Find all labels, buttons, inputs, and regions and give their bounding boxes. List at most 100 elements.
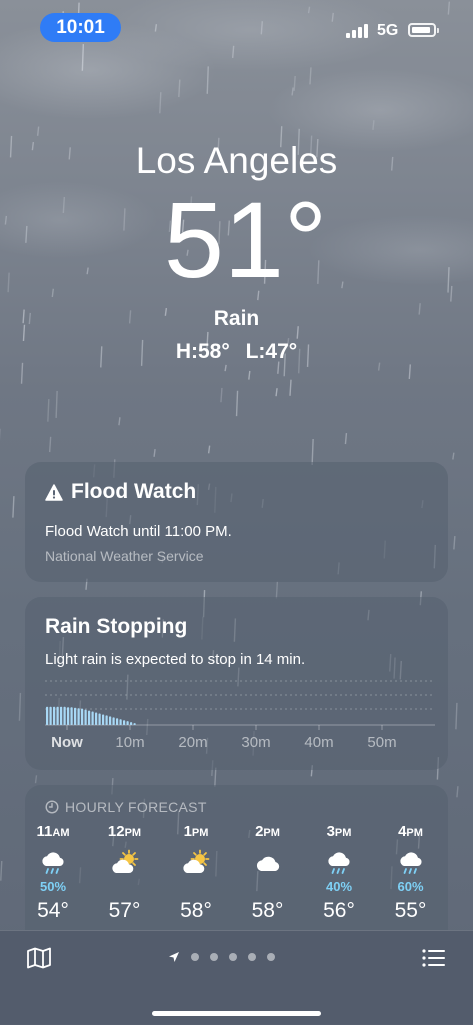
precip-bar: [120, 719, 122, 725]
precip-bar: [74, 708, 76, 725]
rain-streak: [409, 364, 410, 378]
network-type: 5G: [377, 22, 398, 40]
rain-streak: [35, 775, 36, 783]
rain-streak: [154, 449, 155, 457]
hourly-precip-chance: [95, 879, 155, 895]
page-dot[interactable]: [229, 953, 237, 961]
precip-tick-label: 50m: [367, 734, 396, 751]
partly-sunny-icon: [166, 847, 226, 879]
partly-sunny-icon: [95, 847, 155, 879]
city-name: Los Angeles: [0, 140, 473, 182]
precip-bar: [109, 716, 111, 725]
rain-streak: [233, 46, 234, 58]
precip-bar: [78, 708, 80, 725]
rain-streak: [373, 120, 374, 130]
hourly-item: 1PM 58°: [166, 823, 226, 923]
rain-streak: [50, 437, 51, 452]
high-low: H:58° L:47°: [0, 340, 473, 364]
rain-streak: [48, 399, 49, 422]
precip-bar: [85, 710, 87, 725]
bottom-toolbar: [0, 930, 473, 1025]
alert-title: Flood Watch: [71, 480, 196, 504]
rain-streak: [249, 371, 250, 380]
rain-streak: [276, 582, 277, 599]
page-indicator[interactable]: [168, 951, 275, 963]
hourly-item: 2PM58°: [238, 823, 298, 923]
precip-tick-label: Now: [51, 734, 83, 751]
map-icon[interactable]: [26, 947, 52, 969]
hourly-precip-chance: [238, 879, 298, 895]
rain-streak: [237, 391, 238, 416]
hourly-temp: 56°: [309, 899, 369, 923]
rain-streak: [13, 496, 14, 518]
rain-streak: [160, 92, 161, 113]
precip-bar: [95, 713, 97, 725]
rain-cloud-icon: [309, 847, 369, 879]
precip-description: Light rain is expected to stop in 14 min…: [45, 651, 305, 668]
high-temp: H:58°: [176, 340, 230, 363]
home-indicator[interactable]: [152, 1011, 321, 1016]
page-dot[interactable]: [248, 953, 256, 961]
hourly-precip-chance: 50%: [23, 879, 83, 895]
hourly-temp: 58°: [166, 899, 226, 923]
precip-bar: [50, 707, 52, 725]
current-temperature: 51°: [0, 180, 473, 300]
location-arrow-icon[interactable]: [168, 951, 180, 963]
rain-streak: [456, 703, 457, 729]
page-dot[interactable]: [267, 953, 275, 961]
precip-bar: [113, 717, 115, 725]
precip-bar: [60, 707, 62, 725]
alert-message: Flood Watch until 11:00 PM.: [45, 523, 232, 540]
precip-tick-label: 20m: [178, 734, 207, 751]
hourly-time: 4PM: [381, 823, 441, 843]
current-condition: Rain: [0, 307, 473, 331]
alert-title-row: Flood Watch: [45, 480, 196, 504]
precip-bar: [92, 712, 94, 725]
precip-bar: [99, 713, 101, 725]
precip-bar: [102, 714, 104, 725]
precip-tick-label: 30m: [241, 734, 270, 751]
cloud-icon: [238, 847, 298, 879]
rain-streak: [276, 388, 277, 396]
rain-streak: [457, 786, 458, 797]
rain-streak: [56, 391, 57, 418]
rain-streak: [310, 67, 311, 84]
rain-streak: [207, 66, 208, 93]
rain-streak: [119, 417, 120, 425]
rain-streak: [179, 80, 180, 97]
status-time[interactable]: 10:01: [40, 13, 121, 42]
hourly-item: 11AM50%54°: [23, 823, 83, 923]
precip-bar: [81, 709, 83, 725]
hourly-item: 12PM57°: [95, 823, 155, 923]
hourly-temp: 55°: [381, 899, 441, 923]
flood-watch-card[interactable]: Flood Watch Flood Watch until 11:00 PM. …: [25, 462, 448, 582]
precip-tick-label: 10m: [115, 734, 144, 751]
rain-streak: [209, 446, 210, 454]
warning-triangle-icon: [45, 484, 63, 501]
precipitation-card[interactable]: Rain Stopping Light rain is expected to …: [25, 597, 448, 770]
rain-cloud-icon: [23, 847, 83, 879]
rain-streak: [309, 7, 310, 13]
precip-bar: [67, 707, 69, 725]
precip-tick-label: 40m: [304, 734, 333, 751]
rain-streak: [448, 2, 449, 15]
page-dot[interactable]: [191, 953, 199, 961]
hourly-time: 2PM: [238, 823, 298, 843]
hourly-temp: 57°: [95, 899, 155, 923]
hourly-forecast-card[interactable]: HOURLY FORECAST 11AM50%54°12PM57°1PM58°2…: [25, 785, 448, 930]
list-icon[interactable]: [422, 948, 446, 968]
hourly-time: 1PM: [166, 823, 226, 843]
rain-cloud-icon: [381, 847, 441, 879]
rain-streak: [19, 693, 20, 721]
precip-bar: [116, 718, 118, 725]
precip-bar: [127, 721, 129, 725]
rain-streak: [22, 363, 23, 384]
cellular-signal-icon: [346, 24, 368, 38]
precip-bar: [106, 715, 108, 725]
precip-bar: [130, 722, 132, 725]
precip-bar: [46, 707, 48, 725]
precip-bar: [123, 720, 125, 725]
precip-time-axis: Now 10m 20m 30m 40m 50m: [45, 734, 440, 754]
rain-streak: [453, 453, 454, 460]
page-dot[interactable]: [210, 953, 218, 961]
